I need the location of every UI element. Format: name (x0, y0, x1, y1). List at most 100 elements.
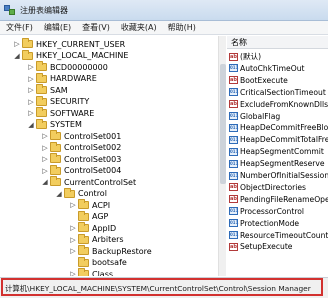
expand-arrow-icon[interactable]: ▷ (27, 107, 35, 119)
value-row[interactable]: 011 ProtectionMode (229, 218, 299, 229)
tree-item[interactable]: ▷ SAM (27, 84, 68, 96)
tree-item[interactable]: ▷ ControlSet002 (41, 141, 121, 154)
tree-item[interactable]: ▷ ACPI (69, 199, 110, 211)
tree-item-label: SAM (50, 85, 68, 95)
tree-item-label: BCD00000000 (50, 62, 108, 72)
expand-arrow-icon[interactable]: ▷ (13, 38, 21, 50)
binary-value-icon: 011 (229, 231, 239, 239)
binary-value-icon: 011 (229, 123, 239, 132)
folder-icon (78, 199, 89, 209)
tree-item[interactable]: ◢ CurrentControlSet (41, 176, 136, 188)
collapse-arrow-icon[interactable]: ◢ (41, 176, 49, 188)
value-name: GlobalFlag (240, 111, 281, 121)
window-title: 注册表编辑器 (20, 5, 68, 15)
value-name: ProcessorControl (240, 206, 305, 216)
registry-tree[interactable]: ▷ HKEY_CURRENT_USER ◢ HKEY_LOCAL_MACHINE ▷ BC… (0, 36, 226, 276)
tree-item-label: SECURITY (50, 97, 90, 106)
folder-icon (22, 38, 33, 48)
tree-item-label: Control (78, 189, 107, 198)
collapse-arrow-icon[interactable]: ◢ (55, 188, 63, 200)
value-name: ResourceTimeoutCount (240, 230, 328, 240)
expand-arrow-icon[interactable]: ▷ (27, 84, 35, 96)
expand-arrow-icon (69, 257, 77, 269)
binary-value-icon: 011 (229, 112, 239, 120)
tree-item-label: HARDWARE (50, 74, 97, 83)
expand-arrow-icon[interactable]: ▷ (41, 165, 49, 177)
folder-icon (78, 210, 89, 221)
value-row[interactable]: 011 GlobalFlag (229, 111, 280, 122)
value-row[interactable]: ab BootExecute (229, 75, 288, 86)
value-row[interactable]: 011 AutoChkTimeOut (229, 63, 305, 74)
tree-item[interactable]: ▷ SOFTWARE (27, 107, 94, 119)
tree-item[interactable]: ▷ HARDWARE (27, 72, 97, 85)
tree-scrollbar[interactable] (218, 36, 226, 276)
menu-help[interactable]: 帮助(H) (168, 22, 196, 33)
string-value-icon: ab (229, 52, 238, 61)
tree-item-label: ControlSet001 (64, 131, 122, 141)
value-row[interactable]: 011 HeapSegmentCommit (229, 146, 324, 157)
tree-item[interactable]: ▷ Arbiters (69, 233, 124, 246)
menu-view[interactable]: 查看(V) (82, 22, 110, 33)
expand-arrow-icon[interactable]: ▷ (27, 96, 35, 108)
expand-arrow-icon[interactable]: ▷ (41, 153, 49, 165)
string-value-icon: ab (229, 76, 238, 85)
value-row[interactable]: 011 ResourceTimeoutCount (229, 230, 328, 241)
folder-icon (36, 95, 47, 106)
tree-item-label: SYSTEM (50, 120, 82, 129)
folder-icon (50, 164, 61, 175)
expand-arrow-icon[interactable]: ▷ (69, 222, 77, 234)
values-pane[interactable]: 名称 ab (默认) 011 AutoChkTimeOut ab BootExecute 0… (227, 36, 328, 276)
tree-item[interactable]: ▷ ControlSet004 (41, 164, 121, 177)
value-row[interactable]: 011 HeapDeCommitTotalFre... (229, 134, 328, 145)
value-name: SetupExecute (240, 242, 293, 252)
tree-item[interactable]: AGP (69, 210, 109, 223)
value-row[interactable]: 011 NumberOfInitialSessions (229, 170, 328, 181)
folder-icon (22, 49, 33, 60)
expand-arrow-icon[interactable]: ▷ (27, 61, 35, 73)
tree-scrollbar-thumb[interactable] (220, 64, 226, 184)
tree-item[interactable]: ▷ SECURITY (27, 95, 90, 108)
folder-icon (36, 118, 47, 129)
expand-arrow-icon[interactable]: ▷ (69, 268, 77, 276)
column-header-name[interactable]: 名称 (227, 36, 328, 49)
tree-item[interactable]: ◢ HKEY_LOCAL_MACHINE (13, 49, 128, 62)
tree-item[interactable]: bootsafe (69, 256, 127, 269)
expand-arrow-icon[interactable]: ▷ (41, 142, 49, 154)
tree-item[interactable]: ▷ ControlSet003 (41, 153, 121, 165)
title-bar[interactable]: 注册表编辑器 (0, 0, 328, 21)
value-row[interactable]: 011 HeapSegmentReserve (229, 158, 325, 169)
value-row[interactable]: ab SetupExecute (229, 241, 292, 252)
tree-item[interactable]: ◢ Control (55, 187, 107, 200)
collapse-arrow-icon[interactable]: ◢ (27, 119, 35, 131)
folder-icon (50, 141, 61, 152)
tree-item[interactable]: ▷ ControlSet001 (41, 130, 121, 142)
tree-item[interactable]: ▷ HKEY_CURRENT_USER (13, 38, 125, 50)
value-row[interactable]: 011 HeapDeCommitFreeBlo... (229, 122, 328, 133)
value-row[interactable]: ab PendingFileRenameOpe... (229, 194, 328, 205)
expand-arrow-icon[interactable]: ▷ (27, 73, 35, 85)
tree-item[interactable]: ◢ SYSTEM (27, 118, 82, 131)
tree-item-label: CurrentControlSet (64, 177, 137, 187)
value-row[interactable]: ab ObjectDirectories (229, 182, 306, 193)
expand-arrow-icon[interactable]: ▷ (41, 130, 49, 142)
value-row[interactable]: ab (默认) (229, 51, 261, 62)
tree-item[interactable]: ▷ BackupRestore (69, 245, 152, 257)
value-row[interactable]: 011 CriticalSectionTimeout (229, 87, 326, 98)
expand-arrow-icon[interactable]: ▷ (69, 199, 77, 211)
tree-item[interactable]: ▷ BCD00000000 (27, 61, 108, 73)
expand-arrow-icon (69, 211, 77, 223)
value-name: CriticalSectionTimeout (240, 87, 326, 97)
menu-edit[interactable]: 编辑(E) (44, 22, 71, 33)
tree-item[interactable]: ▷ AppID (69, 222, 116, 234)
expand-arrow-icon[interactable]: ▷ (69, 234, 77, 246)
value-row[interactable]: ab ExcludeFromKnownDlls (229, 99, 328, 110)
menu-file[interactable]: 文件(F) (6, 22, 33, 33)
tree-item-label: AGP (92, 212, 109, 221)
value-row[interactable]: 011 ProcessorControl (229, 206, 304, 217)
collapse-arrow-icon[interactable]: ◢ (13, 50, 21, 62)
menu-favorites[interactable]: 收藏夹(A) (121, 22, 157, 33)
string-value-icon: ab (229, 195, 238, 204)
folder-icon (36, 72, 47, 83)
expand-arrow-icon[interactable]: ▷ (69, 245, 77, 257)
tree-item[interactable]: ▷ Class (69, 268, 113, 276)
